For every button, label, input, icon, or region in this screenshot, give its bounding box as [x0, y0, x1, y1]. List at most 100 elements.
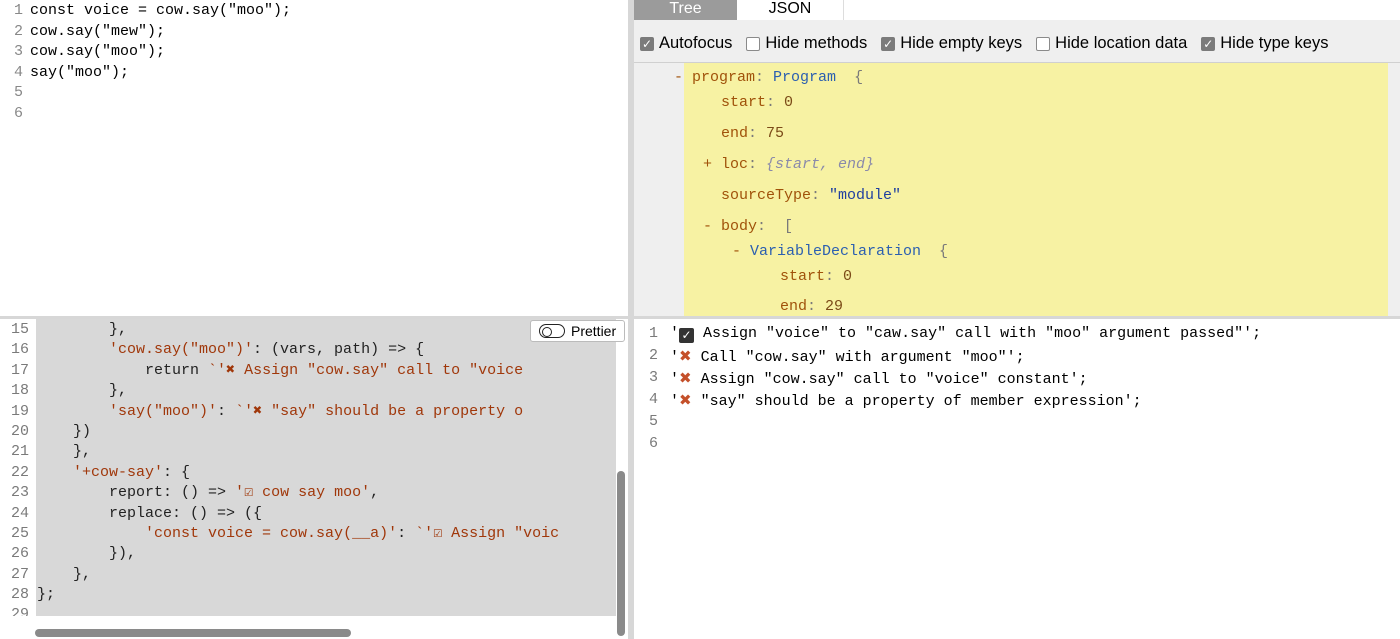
prettier-button[interactable]: Prettier [530, 320, 625, 342]
source-editor[interactable]: 1 const voice = cow.say("moo"); 2 cow.say("… [0, 0, 628, 316]
tree-prop-decl-end: end: 29 [780, 298, 844, 315]
line-number: 3 [648, 369, 658, 386]
checkbox[interactable]: ✓ [640, 36, 654, 51]
tab-tree[interactable]: Tree [634, 0, 737, 20]
output-text: '✖ Assign "cow.say" call to "voice" cons… [670, 369, 1088, 388]
option-hide-location-data[interactable]: Hide location data [1036, 34, 1187, 53]
tree-node-program[interactable]: - program: Program { [674, 68, 863, 88]
toggle-icon [539, 324, 565, 338]
option-hide-methods[interactable]: Hide methods [746, 34, 867, 53]
tree-prop-end: end: 75 [721, 125, 785, 142]
tab-json[interactable]: JSON [737, 0, 844, 20]
checkbox[interactable] [746, 36, 761, 51]
code-line: 24 replace: () => ({ [0, 504, 559, 524]
collapse-toggle[interactable]: - [703, 218, 721, 235]
checkbox[interactable] [1036, 36, 1051, 51]
code-line: 3 cow.say("moo"); [0, 42, 291, 63]
option-label: Autofocus [659, 34, 733, 52]
code-text: const voice = cow.say("moo"); [30, 2, 292, 19]
line-number: 3 [13, 43, 23, 60]
line-number: 25 [10, 524, 29, 542]
tree-node-variabledeclaration[interactable]: - VariableDeclaration { [732, 242, 948, 262]
line-number: 2 [13, 22, 23, 40]
output-text: ' ✓ Assign "voice" to "caw.say" call with… [670, 325, 1262, 343]
line-number: 6 [648, 435, 658, 452]
code-line: 27 }, [0, 565, 559, 585]
line-number: 15 [10, 321, 29, 338]
tree-node-body[interactable]: - body: [ [703, 217, 793, 237]
message-text: Assign "voice" to "caw.say" call with "m… [703, 325, 1262, 342]
output-line: 5 [634, 411, 1261, 433]
code-line: 25 'const voice = cow.say(__a)': `'☑ Ass… [0, 524, 559, 544]
line-number: 5 [648, 413, 658, 430]
tab-strip [844, 0, 1400, 20]
code-text: }, [37, 443, 92, 461]
output-text: '✖ "say" should be a property of member … [670, 391, 1142, 410]
line-number: 1 [648, 325, 658, 342]
tree-scrollbar[interactable] [1388, 63, 1400, 316]
code-text: cow.say("mew"); [30, 22, 166, 40]
code-line: 16 'cow.say("moo")': (vars, path) => { [0, 340, 559, 360]
horizontal-scrollbar[interactable] [35, 629, 351, 637]
option-label: Hide empty keys [900, 34, 1023, 52]
cross-icon: ✖ [679, 391, 692, 409]
output-line: 1 ' ✓ Assign "voice" to "caw.say" call wit… [634, 323, 1261, 345]
line-number: 4 [13, 63, 23, 81]
option-hide-empty-keys[interactable]: ✓ Hide empty keys [881, 34, 1022, 53]
tree-prop-decl-start: start: 0 [780, 268, 853, 285]
vertical-scrollbar[interactable] [617, 471, 625, 636]
plugin-editor[interactable]: 15 }, 16 'cow.say("moo")': (vars, path) =… [0, 319, 628, 639]
code-text: say("moo"); [30, 63, 130, 81]
tree-node-loc[interactable]: + loc: {start, end} [703, 155, 874, 175]
line-number: 16 [10, 341, 29, 359]
code-line: 5 [0, 83, 291, 104]
line-number: 24 [10, 504, 29, 522]
expand-toggle[interactable]: + [703, 156, 721, 173]
option-autofocus[interactable]: ✓ Autofocus [640, 34, 732, 53]
output-panel[interactable]: 1 ' ✓ Assign "voice" to "caw.say" call wit… [634, 319, 1400, 639]
node-key: program [692, 69, 756, 86]
line-number: 1 [13, 2, 23, 19]
checkbox[interactable]: ✓ [1201, 36, 1216, 51]
code-text: return `'✖ Assign "cow.say" call to "voi… [37, 361, 524, 379]
code-text: }) [37, 422, 92, 440]
code-line: 4 say("moo"); [0, 63, 291, 84]
code-text: }), [37, 545, 137, 563]
line-number: 2 [648, 347, 658, 364]
collapse-toggle[interactable]: - [674, 69, 692, 86]
ast-tabs: Tree JSON [634, 0, 844, 20]
line-number: 21 [10, 443, 29, 461]
checkbox[interactable]: ✓ [881, 36, 896, 51]
option-hide-type-keys[interactable]: ✓ Hide type keys [1201, 34, 1328, 53]
code-text: report: () => '☑ cow say moo', [37, 484, 380, 502]
code-line: 22 '+cow-say': { [0, 463, 559, 483]
line-number: 26 [10, 545, 29, 563]
code-line: 23 report: () => '☑ cow say moo', [0, 483, 559, 503]
line-number: 22 [10, 463, 29, 481]
code-line: 2 cow.say("mew"); [0, 22, 291, 43]
line-number: 5 [13, 84, 23, 101]
code-text: }; [37, 586, 56, 604]
line-number: 23 [10, 484, 29, 502]
code-text: '+cow-say': { [73, 463, 191, 481]
code-line: 1 const voice = cow.say("moo"); [0, 1, 291, 22]
line-number: 6 [13, 104, 23, 122]
prettier-label: Prettier [571, 323, 617, 339]
output-line: 4 '✖ "say" should be a property of member… [634, 389, 1261, 411]
line-number: 17 [10, 361, 29, 379]
code-line: 28}; [0, 585, 559, 605]
collapse-toggle[interactable]: - [732, 243, 750, 260]
code-line: 19 'say("moo")': `'✖ "say" should be a p… [0, 402, 559, 422]
code-text: cow.say("moo"); [30, 43, 166, 60]
output-line: 6 [634, 433, 1261, 455]
code-text: }, [37, 382, 128, 400]
tree-prop-sourcetype: sourceType: "module" [721, 187, 902, 204]
node-type: Program [773, 69, 837, 86]
ast-options: ✓ Autofocus Hide methods ✓ Hide empty keys Hi… [640, 34, 1328, 53]
check-icon: ✓ [679, 328, 695, 343]
code-line: 18 }, [0, 381, 559, 401]
option-label: Hide methods [765, 34, 868, 52]
option-label: Hide location data [1055, 34, 1188, 52]
line-number: 19 [10, 402, 29, 420]
code-line: 6 [0, 104, 291, 125]
